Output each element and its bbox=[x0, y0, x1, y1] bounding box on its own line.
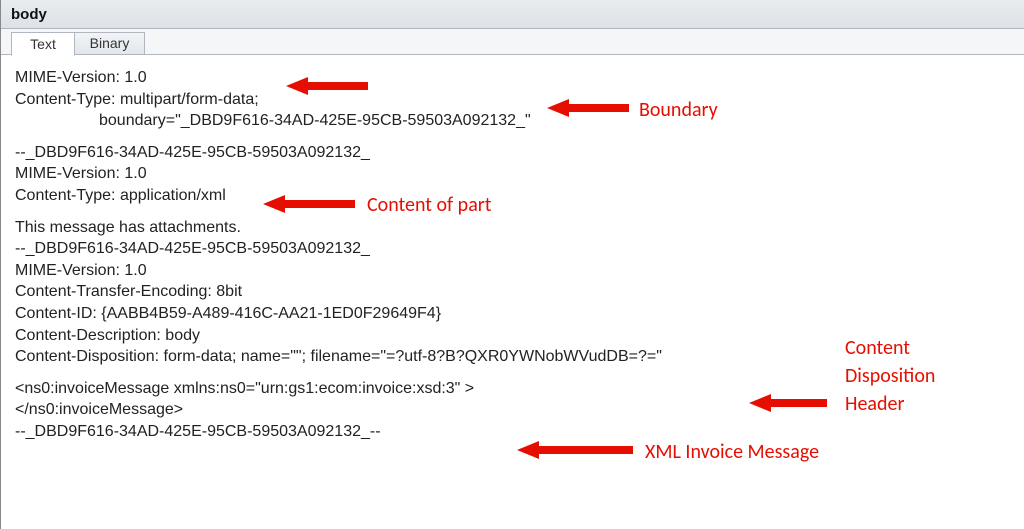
body-line: Content-Type: application/xml bbox=[15, 185, 1010, 207]
tab-text[interactable]: Text bbox=[11, 32, 75, 56]
tab-binary[interactable]: Binary bbox=[75, 32, 145, 55]
panel-header: body bbox=[1, 0, 1024, 29]
body-line: This message has attachments. bbox=[15, 217, 1010, 239]
blank-line bbox=[15, 368, 1010, 378]
body-line: Content-Transfer-Encoding: 8bit bbox=[15, 281, 1010, 303]
body-line: --_DBD9F616-34AD-425E-95CB-59503A092132_ bbox=[15, 142, 1010, 164]
body-line: MIME-Version: 1.0 bbox=[15, 67, 1010, 89]
body-line: --_DBD9F616-34AD-425E-95CB-59503A092132_… bbox=[15, 421, 1010, 443]
blank-line bbox=[15, 207, 1010, 217]
body-line: <ns0:invoiceMessage xmlns:ns0="urn:gs1:e… bbox=[15, 378, 1010, 400]
body-line: Content-Description: body bbox=[15, 325, 1010, 347]
blank-line bbox=[15, 132, 1010, 142]
body-line: Content-Type: multipart/form-data; bbox=[15, 89, 1010, 111]
body-line: MIME-Version: 1.0 bbox=[15, 260, 1010, 282]
panel-title: body bbox=[11, 6, 47, 23]
body-line: boundary="_DBD9F616-34AD-425E-95CB-59503… bbox=[15, 110, 1010, 132]
annotation-xml-invoice-message: XML Invoice Message bbox=[645, 439, 819, 466]
body-line: </ns0:invoiceMessage> bbox=[15, 399, 1010, 421]
body-line: MIME-Version: 1.0 bbox=[15, 163, 1010, 185]
body-line: Content-Disposition: form-data; name="";… bbox=[15, 346, 1010, 368]
body-line: Content-ID: {AABB4B59-A489-416C-AA21-1ED… bbox=[15, 303, 1010, 325]
body-line: --_DBD9F616-34AD-425E-95CB-59503A092132_ bbox=[15, 238, 1010, 260]
tabs-row: Text Binary bbox=[1, 29, 1024, 55]
body-text-view: MIME-Version: 1.0 Content-Type: multipar… bbox=[1, 55, 1024, 455]
